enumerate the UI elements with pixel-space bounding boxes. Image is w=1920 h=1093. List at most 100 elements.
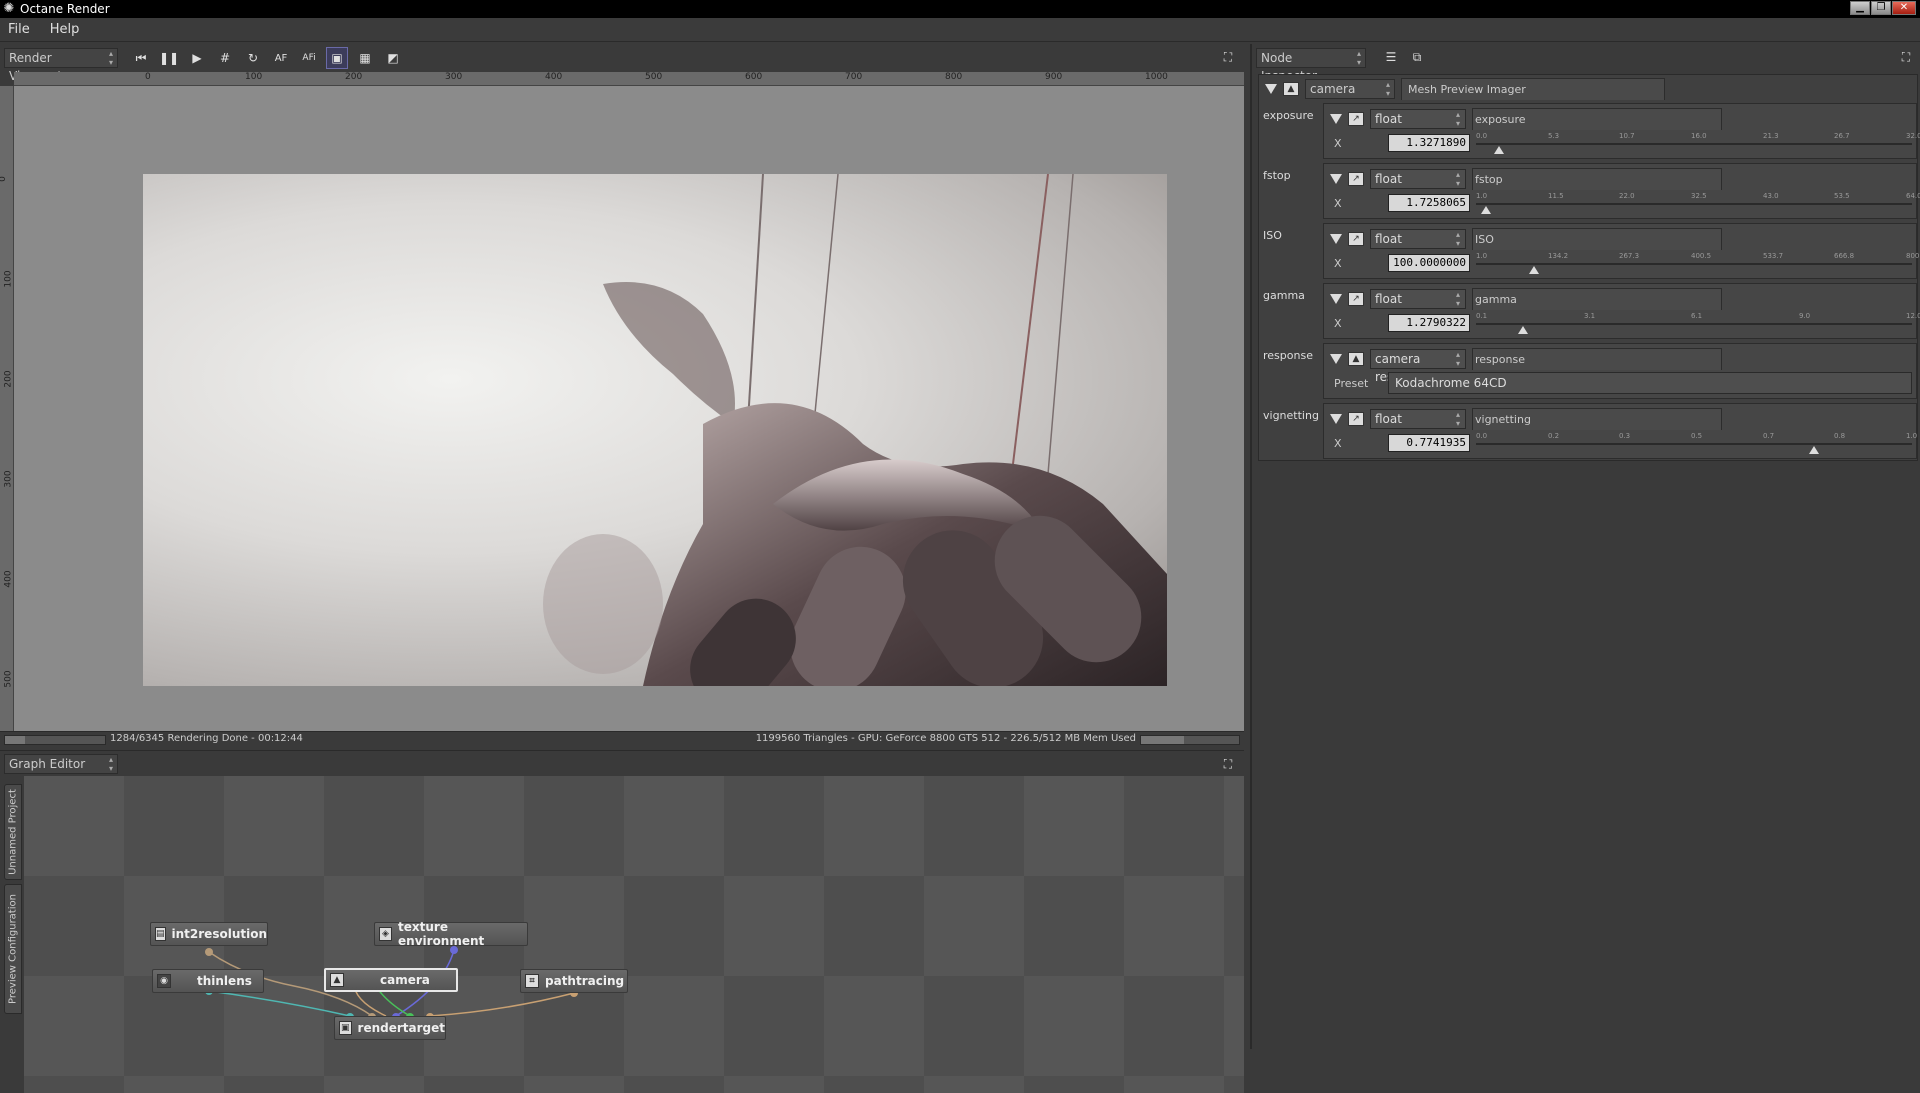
restore-button[interactable]: ❐ <box>1871 1 1891 15</box>
param-type-combo[interactable]: float <box>1370 229 1466 249</box>
param-type-combo[interactable]: float <box>1370 409 1466 429</box>
value-input[interactable]: 1.7258065 <box>1388 194 1470 212</box>
autofocus-icon[interactable]: AF <box>270 47 292 69</box>
param-type-combo[interactable]: float <box>1370 169 1466 189</box>
collapse-triangle-icon[interactable] <box>1265 84 1277 94</box>
gpu-memory-bar <box>1140 735 1240 745</box>
param-row: ↗ float gamma X 1.2790322 0.1 3.1 6.1 9.0 12.0 <box>1323 283 1920 339</box>
node-thinlens[interactable]: ◉ thinlens <box>152 969 264 993</box>
pathtracing-node-icon: ⌗ <box>525 974 539 988</box>
tab-unnamed-project[interactable]: Unnamed Project <box>4 784 22 880</box>
close-button[interactable]: ✕ <box>1892 1 1916 15</box>
slider-tick: 11.5 <box>1548 192 1564 200</box>
lens-node-icon: ◉ <box>157 974 171 988</box>
grid-icon[interactable]: # <box>214 47 236 69</box>
param-row: ↗ float fstop X 1.7258065 1.0 11.5 22.0 32.5 43.0… <box>1323 163 1920 219</box>
collapse-all-icon[interactable]: ☰ <box>1382 50 1400 66</box>
refresh-icon[interactable]: ↻ <box>242 47 264 69</box>
collapse-triangle-icon[interactable] <box>1330 414 1342 424</box>
graph-side-tabs: Unnamed Project Preview Configuration <box>0 776 24 1093</box>
slider-tick: 32.0 <box>1906 132 1920 140</box>
slider-tick: 0.3 <box>1619 432 1631 440</box>
slider-thumb[interactable] <box>1518 326 1528 334</box>
param-type-combo[interactable]: camera response <box>1370 349 1466 384</box>
collapse-triangle-icon[interactable] <box>1330 354 1342 364</box>
collapse-triangle-icon[interactable] <box>1330 174 1342 184</box>
node-int2resolution[interactable]: ▤ int2resolution <box>150 922 268 946</box>
pause-icon[interactable]: ❚❚ <box>158 47 180 69</box>
slider-tick: 267.3 <box>1619 252 1640 260</box>
viewport-panel-combo[interactable]: Render Viewport <box>4 48 118 83</box>
node-label: thinlens <box>197 974 252 988</box>
collapse-triangle-icon[interactable] <box>1330 234 1342 244</box>
maximize-graph-icon[interactable]: ⛶ <box>1220 756 1236 772</box>
slider-tick: 0.1 <box>1476 312 1488 320</box>
render-progress-fill <box>5 736 25 744</box>
value-slider[interactable]: 1.0 134.2 267.3 400.5 533.7 666.8 800.0 <box>1476 252 1920 276</box>
slider-tick: 22.0 <box>1619 192 1635 200</box>
ruler-tick: 100 <box>245 72 263 82</box>
float-value-icon: ↗ <box>1348 232 1364 246</box>
value-slider[interactable]: 0.0 0.2 0.3 0.5 0.7 0.8 1.0 <box>1476 432 1917 456</box>
param-type-combo[interactable]: float <box>1370 109 1466 129</box>
node-selector-combo[interactable]: camera <box>1305 79 1395 99</box>
slider-tick: 5.3 <box>1548 132 1560 140</box>
slider-thumb[interactable] <box>1529 266 1539 274</box>
param-iso: ISO ↗ float ISO X 100.0000000 1.0 134.2 267.3 400… <box>1259 223 1920 281</box>
pin-node-icon[interactable]: ⧉ <box>1408 50 1426 66</box>
ruler-tick: 300 <box>445 72 463 82</box>
collapse-triangle-icon[interactable] <box>1330 114 1342 124</box>
play-icon[interactable]: ▶ <box>186 47 208 69</box>
maximize-inspector-icon[interactable]: ⛶ <box>1898 49 1914 65</box>
param-name-tab: vignetting <box>1472 408 1722 430</box>
slider-tick: 32.5 <box>1691 192 1707 200</box>
menu-file[interactable]: File <box>8 22 30 37</box>
graph-editor-combo[interactable]: Graph Editor <box>4 753 118 774</box>
param-label: gamma <box>1263 289 1305 302</box>
node-label: rendertarget <box>357 1021 445 1035</box>
value-input[interactable]: 100.0000000 <box>1388 254 1470 272</box>
ruler-tick: 0 <box>145 72 151 82</box>
node-rendertarget[interactable]: ▣ rendertarget <box>334 1016 446 1040</box>
value-input[interactable]: 0.7741935 <box>1388 434 1470 452</box>
render-progress-bar <box>4 735 106 745</box>
checker-icon[interactable]: ▦ <box>354 47 376 69</box>
preset-select[interactable]: Kodachrome 64CD <box>1388 372 1912 394</box>
render-viewport[interactable] <box>14 86 1244 731</box>
minimize-button[interactable]: ▁ <box>1850 1 1870 15</box>
node-texture-environment[interactable]: ◈ texture environment <box>374 920 528 948</box>
slider-ticks: 0.0 0.2 0.3 0.5 0.7 0.8 1.0 <box>1476 432 1917 442</box>
param-type-combo[interactable]: float <box>1370 289 1466 309</box>
node-inspector-combo[interactable]: Node Inspector <box>1256 48 1366 83</box>
slider-tick: 9.0 <box>1799 312 1811 320</box>
node-inspector-toolbar: Node Inspector ☰ ⧉ ⛶ <box>1252 44 1920 83</box>
node-pathtracing[interactable]: ⌗ pathtracing <box>520 969 628 993</box>
value-input[interactable]: 1.3271890 <box>1388 134 1470 152</box>
param-label: vignetting <box>1263 409 1319 422</box>
rewind-icon[interactable]: ⏮ <box>130 47 152 69</box>
slider-thumb[interactable] <box>1494 146 1504 154</box>
value-input[interactable]: 1.2790322 <box>1388 314 1470 332</box>
param-row: ↗floatvignettingX0.77419350.00.20.30.50.… <box>1323 403 1917 459</box>
value-slider[interactable]: 1.0 11.5 22.0 32.5 43.0 53.5 64.0 <box>1476 192 1920 216</box>
slider-tick: 0.0 <box>1476 132 1488 140</box>
maximize-viewport-icon[interactable]: ⛶ <box>1220 49 1236 65</box>
float-value-icon: ↗ <box>1348 172 1364 186</box>
node-label: texture environment <box>398 920 485 948</box>
slider-thumb[interactable] <box>1809 446 1819 454</box>
slider-thumb[interactable] <box>1481 206 1491 214</box>
slider-tick: 26.7 <box>1834 132 1850 140</box>
menu-help[interactable]: Help <box>50 22 80 37</box>
ruler-tick: 500 <box>3 670 14 688</box>
node-camera[interactable]: ▲ camera <box>324 968 458 992</box>
region-render-icon[interactable]: ▣ <box>326 47 348 69</box>
autofocus-picker-icon[interactable]: AFi <box>298 47 320 69</box>
graph-canvas[interactable]: ▤ int2resolution ◈ texture environment ◉… <box>24 776 1244 1093</box>
value-slider[interactable]: 0.0 5.3 10.7 16.0 21.3 26.7 32.0 <box>1476 132 1920 156</box>
tab-label: Preview Configuration <box>7 894 19 1004</box>
collapse-triangle-icon[interactable] <box>1330 294 1342 304</box>
param-vignetting: vignetting↗floatvignettingX0.77419350.00… <box>1259 403 1919 461</box>
alpha-icon[interactable]: ◩ <box>382 47 404 69</box>
value-slider[interactable]: 0.1 3.1 6.1 9.0 12.0 <box>1476 312 1920 336</box>
tab-preview-configuration[interactable]: Preview Configuration <box>4 884 22 1014</box>
